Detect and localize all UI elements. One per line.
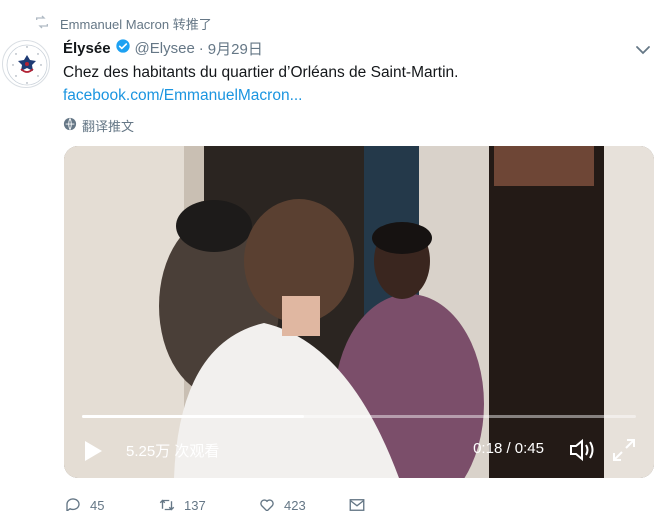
globe-icon bbox=[63, 117, 77, 134]
envelope-icon bbox=[349, 499, 365, 511]
play-icon bbox=[85, 441, 102, 461]
fullscreen-button[interactable] bbox=[610, 436, 638, 464]
video-controls: 5.25万 次观看 0:18 / 0:45 bbox=[64, 420, 654, 478]
retweet-icon bbox=[159, 499, 175, 511]
view-count: 5.25万 次观看 bbox=[126, 443, 220, 460]
tweet-actions: 45 137 423 bbox=[64, 494, 366, 511]
video-player[interactable]: 5.25万 次观看 0:18 / 0:45 bbox=[64, 146, 654, 478]
video-progress-fill bbox=[82, 415, 304, 418]
retweet-context: Emmanuel Macron 转推了 bbox=[34, 14, 212, 32]
direct-message-button[interactable] bbox=[348, 496, 366, 511]
translate-label: 翻译推文 bbox=[82, 118, 135, 134]
tweet-link[interactable]: facebook.com/EmmanuelMacron... bbox=[63, 85, 303, 107]
author-handle[interactable]: @Elysee bbox=[135, 40, 195, 57]
video-time: 0:18 / 0:45 bbox=[473, 440, 544, 457]
elysee-seal-logo bbox=[6, 44, 48, 86]
like-count: 423 bbox=[284, 497, 306, 511]
tweet-header: Élysée @Elysee · 9月29日 bbox=[63, 38, 263, 58]
verified-badge-icon bbox=[115, 38, 131, 58]
play-button[interactable] bbox=[80, 438, 106, 464]
speaker-icon bbox=[570, 438, 594, 462]
retweet-context-text[interactable]: Emmanuel Macron 转推了 bbox=[60, 14, 212, 33]
author-avatar[interactable] bbox=[2, 40, 50, 88]
author-name[interactable]: Élysée bbox=[63, 40, 111, 57]
expand-icon bbox=[613, 439, 635, 461]
reply-count: 45 bbox=[90, 497, 105, 511]
retweet-button[interactable]: 137 bbox=[158, 496, 258, 511]
header-separator: · bbox=[198, 39, 204, 57]
heart-icon bbox=[260, 499, 274, 511]
video-progress-bar[interactable] bbox=[82, 415, 636, 418]
chevron-down-icon bbox=[636, 46, 650, 55]
retweet-icon bbox=[34, 14, 50, 33]
reply-button[interactable]: 45 bbox=[64, 496, 158, 511]
translate-tweet-button[interactable]: 翻译推文 bbox=[63, 116, 134, 134]
more-options-button[interactable] bbox=[633, 40, 653, 60]
reply-icon bbox=[66, 498, 80, 511]
tweet-text: Chez des habitants du quartier d’Orléans… bbox=[63, 64, 459, 81]
retweet-count: 137 bbox=[184, 497, 206, 511]
volume-button[interactable] bbox=[568, 436, 598, 464]
like-button[interactable]: 423 bbox=[258, 496, 348, 511]
tweet-date[interactable]: 9月29日 bbox=[208, 38, 263, 59]
